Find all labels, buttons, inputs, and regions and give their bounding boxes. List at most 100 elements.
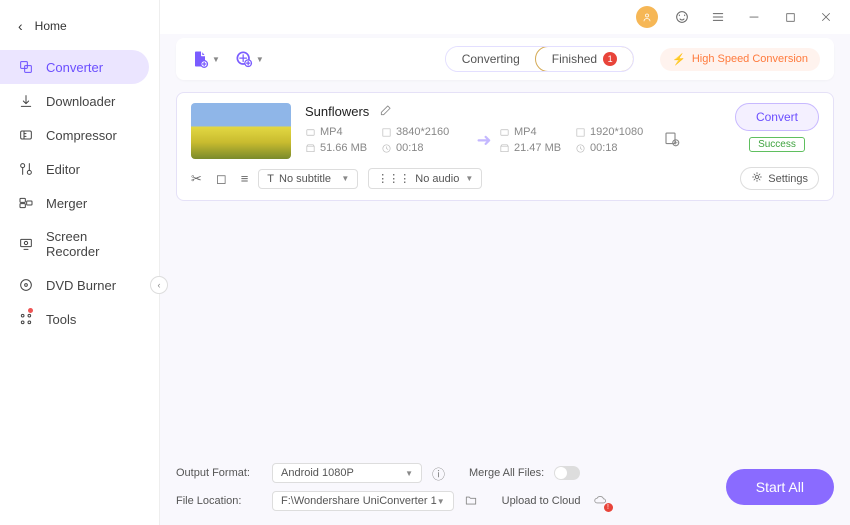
bottom-bar: Output Format: Android 1080P ▼ ⓘ Merge A… bbox=[160, 453, 850, 525]
output-format-label: Output Format: bbox=[176, 467, 262, 479]
sidebar-item-screen-recorder[interactable]: Screen Recorder bbox=[0, 220, 149, 268]
dst-format: MP4 bbox=[499, 126, 575, 138]
high-speed-label: High Speed Conversion bbox=[692, 53, 808, 65]
tab-label: Converting bbox=[462, 52, 520, 66]
sidebar-item-label: Tools bbox=[46, 312, 76, 327]
compressor-icon bbox=[18, 127, 34, 143]
subtitle-value: No subtitle bbox=[279, 173, 331, 185]
maximize-button[interactable] bbox=[778, 5, 802, 29]
sidebar-item-tools[interactable]: Tools bbox=[0, 302, 149, 336]
edit-tools: ✂ ◻ ≡ bbox=[191, 171, 248, 187]
merge-label: Merge All Files: bbox=[469, 467, 544, 479]
output-settings-icon[interactable] bbox=[663, 130, 703, 151]
finished-count-badge: 1 bbox=[603, 52, 617, 66]
subtitle-select[interactable]: T No subtitle ▼ bbox=[258, 169, 358, 189]
sidebar-item-label: Screen Recorder bbox=[46, 229, 131, 259]
open-folder-icon[interactable] bbox=[464, 493, 478, 510]
toolbar: ▼ ▼ Converting Finished 1 ⚡ High Speed C… bbox=[176, 38, 834, 80]
src-resolution: 3840*2160 bbox=[381, 126, 469, 138]
add-file-button[interactable]: ▼ bbox=[190, 49, 220, 69]
format-info-icon[interactable]: ⓘ bbox=[432, 464, 445, 483]
settings-label: Settings bbox=[768, 173, 808, 185]
main-area: ▼ ▼ Converting Finished 1 ⚡ High Speed C… bbox=[160, 0, 850, 525]
bolt-icon: ⚡ bbox=[672, 53, 686, 66]
output-format-value: Android 1080P bbox=[281, 467, 354, 479]
cloud-label: Upload to Cloud bbox=[502, 495, 581, 507]
sidebar-item-label: Merger bbox=[46, 196, 87, 211]
tab-converting[interactable]: Converting bbox=[446, 47, 536, 71]
add-folder-button[interactable]: ▼ bbox=[234, 49, 264, 69]
file-location-label: File Location: bbox=[176, 495, 262, 507]
converter-icon bbox=[18, 59, 34, 75]
sidebar-item-compressor[interactable]: Compressor bbox=[0, 118, 149, 152]
sidebar-item-downloader[interactable]: Downloader bbox=[0, 84, 149, 118]
back-icon: ‹ bbox=[18, 18, 23, 34]
audio-icon: ⋮⋮⋮ bbox=[377, 172, 410, 185]
merger-icon bbox=[18, 195, 34, 211]
sidebar-item-label: Editor bbox=[46, 162, 80, 177]
crop-icon[interactable]: ◻ bbox=[216, 171, 227, 187]
src-size: 51.66 MB bbox=[305, 142, 381, 154]
file-location-select[interactable]: F:\Wondershare UniConverter 1 ▼ bbox=[272, 491, 454, 511]
status-tabs: Converting Finished 1 bbox=[445, 46, 634, 72]
start-all-button[interactable]: Start All bbox=[726, 469, 834, 505]
sidebar-item-label: Compressor bbox=[46, 128, 117, 143]
gear-icon bbox=[751, 171, 763, 186]
tab-label: Finished bbox=[552, 52, 597, 66]
src-duration: 00:18 bbox=[381, 142, 469, 154]
tab-finished[interactable]: Finished 1 bbox=[535, 46, 634, 72]
effects-icon[interactable]: ≡ bbox=[241, 171, 249, 187]
dst-duration: 00:18 bbox=[575, 142, 663, 154]
arrow-convert-icon: ➜ bbox=[469, 130, 499, 151]
editor-icon bbox=[18, 161, 34, 177]
titlebar bbox=[160, 0, 850, 34]
new-dot-icon bbox=[28, 308, 33, 313]
chevron-down-icon: ▼ bbox=[256, 55, 264, 64]
high-speed-button[interactable]: ⚡ High Speed Conversion bbox=[660, 48, 820, 71]
sidebar-item-editor[interactable]: Editor bbox=[0, 152, 149, 186]
dst-size: 21.47 MB bbox=[499, 142, 575, 154]
card-settings-button[interactable]: Settings bbox=[740, 167, 819, 190]
dvd-icon bbox=[18, 277, 34, 293]
merge-toggle[interactable] bbox=[554, 466, 580, 480]
sidebar-item-converter[interactable]: Converter bbox=[0, 50, 149, 84]
edit-title-icon[interactable] bbox=[379, 103, 393, 120]
sidebar-item-label: Downloader bbox=[46, 94, 115, 109]
status-badge: Success bbox=[749, 137, 805, 152]
sidebar: ‹ Home Converter Downloader Compressor E… bbox=[0, 0, 160, 525]
sidebar-collapse-button[interactable]: ‹ bbox=[150, 276, 168, 294]
cloud-upload-icon[interactable]: ! bbox=[591, 493, 609, 510]
convert-button[interactable]: Convert bbox=[735, 103, 819, 131]
home-label: Home bbox=[35, 19, 67, 33]
src-format: MP4 bbox=[305, 126, 381, 138]
chevron-down-icon: ▼ bbox=[212, 55, 220, 64]
file-card: Sunflowers MP4 3840*2160 ➜ MP4 1920*1080… bbox=[176, 92, 834, 201]
subtitle-icon: T bbox=[267, 173, 274, 185]
recorder-icon bbox=[18, 236, 34, 252]
sidebar-item-label: DVD Burner bbox=[46, 278, 116, 293]
file-title: Sunflowers bbox=[305, 104, 369, 119]
video-thumbnail[interactable] bbox=[191, 103, 291, 159]
chevron-down-icon: ▼ bbox=[341, 174, 349, 183]
audio-value: No audio bbox=[415, 173, 459, 185]
sidebar-item-label: Converter bbox=[46, 60, 103, 75]
warning-badge-icon: ! bbox=[604, 503, 613, 512]
trim-icon[interactable]: ✂ bbox=[191, 171, 202, 187]
sidebar-item-dvd-burner[interactable]: DVD Burner bbox=[0, 268, 149, 302]
downloader-icon bbox=[18, 93, 34, 109]
chevron-down-icon: ▼ bbox=[405, 469, 413, 478]
menu-icon[interactable] bbox=[706, 5, 730, 29]
file-location-value: F:\Wondershare UniConverter 1 bbox=[281, 495, 437, 507]
tools-icon bbox=[18, 311, 34, 327]
close-button[interactable] bbox=[814, 5, 838, 29]
audio-select[interactable]: ⋮⋮⋮ No audio ▼ bbox=[368, 168, 482, 189]
dst-resolution: 1920*1080 bbox=[575, 126, 663, 138]
chevron-down-icon: ▼ bbox=[437, 497, 445, 506]
output-format-select[interactable]: Android 1080P ▼ bbox=[272, 463, 422, 483]
sidebar-item-merger[interactable]: Merger bbox=[0, 186, 149, 220]
minimize-button[interactable] bbox=[742, 5, 766, 29]
avatar-icon[interactable] bbox=[636, 6, 658, 28]
support-icon[interactable] bbox=[670, 5, 694, 29]
chevron-down-icon: ▼ bbox=[465, 174, 473, 183]
home-nav[interactable]: ‹ Home bbox=[0, 8, 159, 44]
